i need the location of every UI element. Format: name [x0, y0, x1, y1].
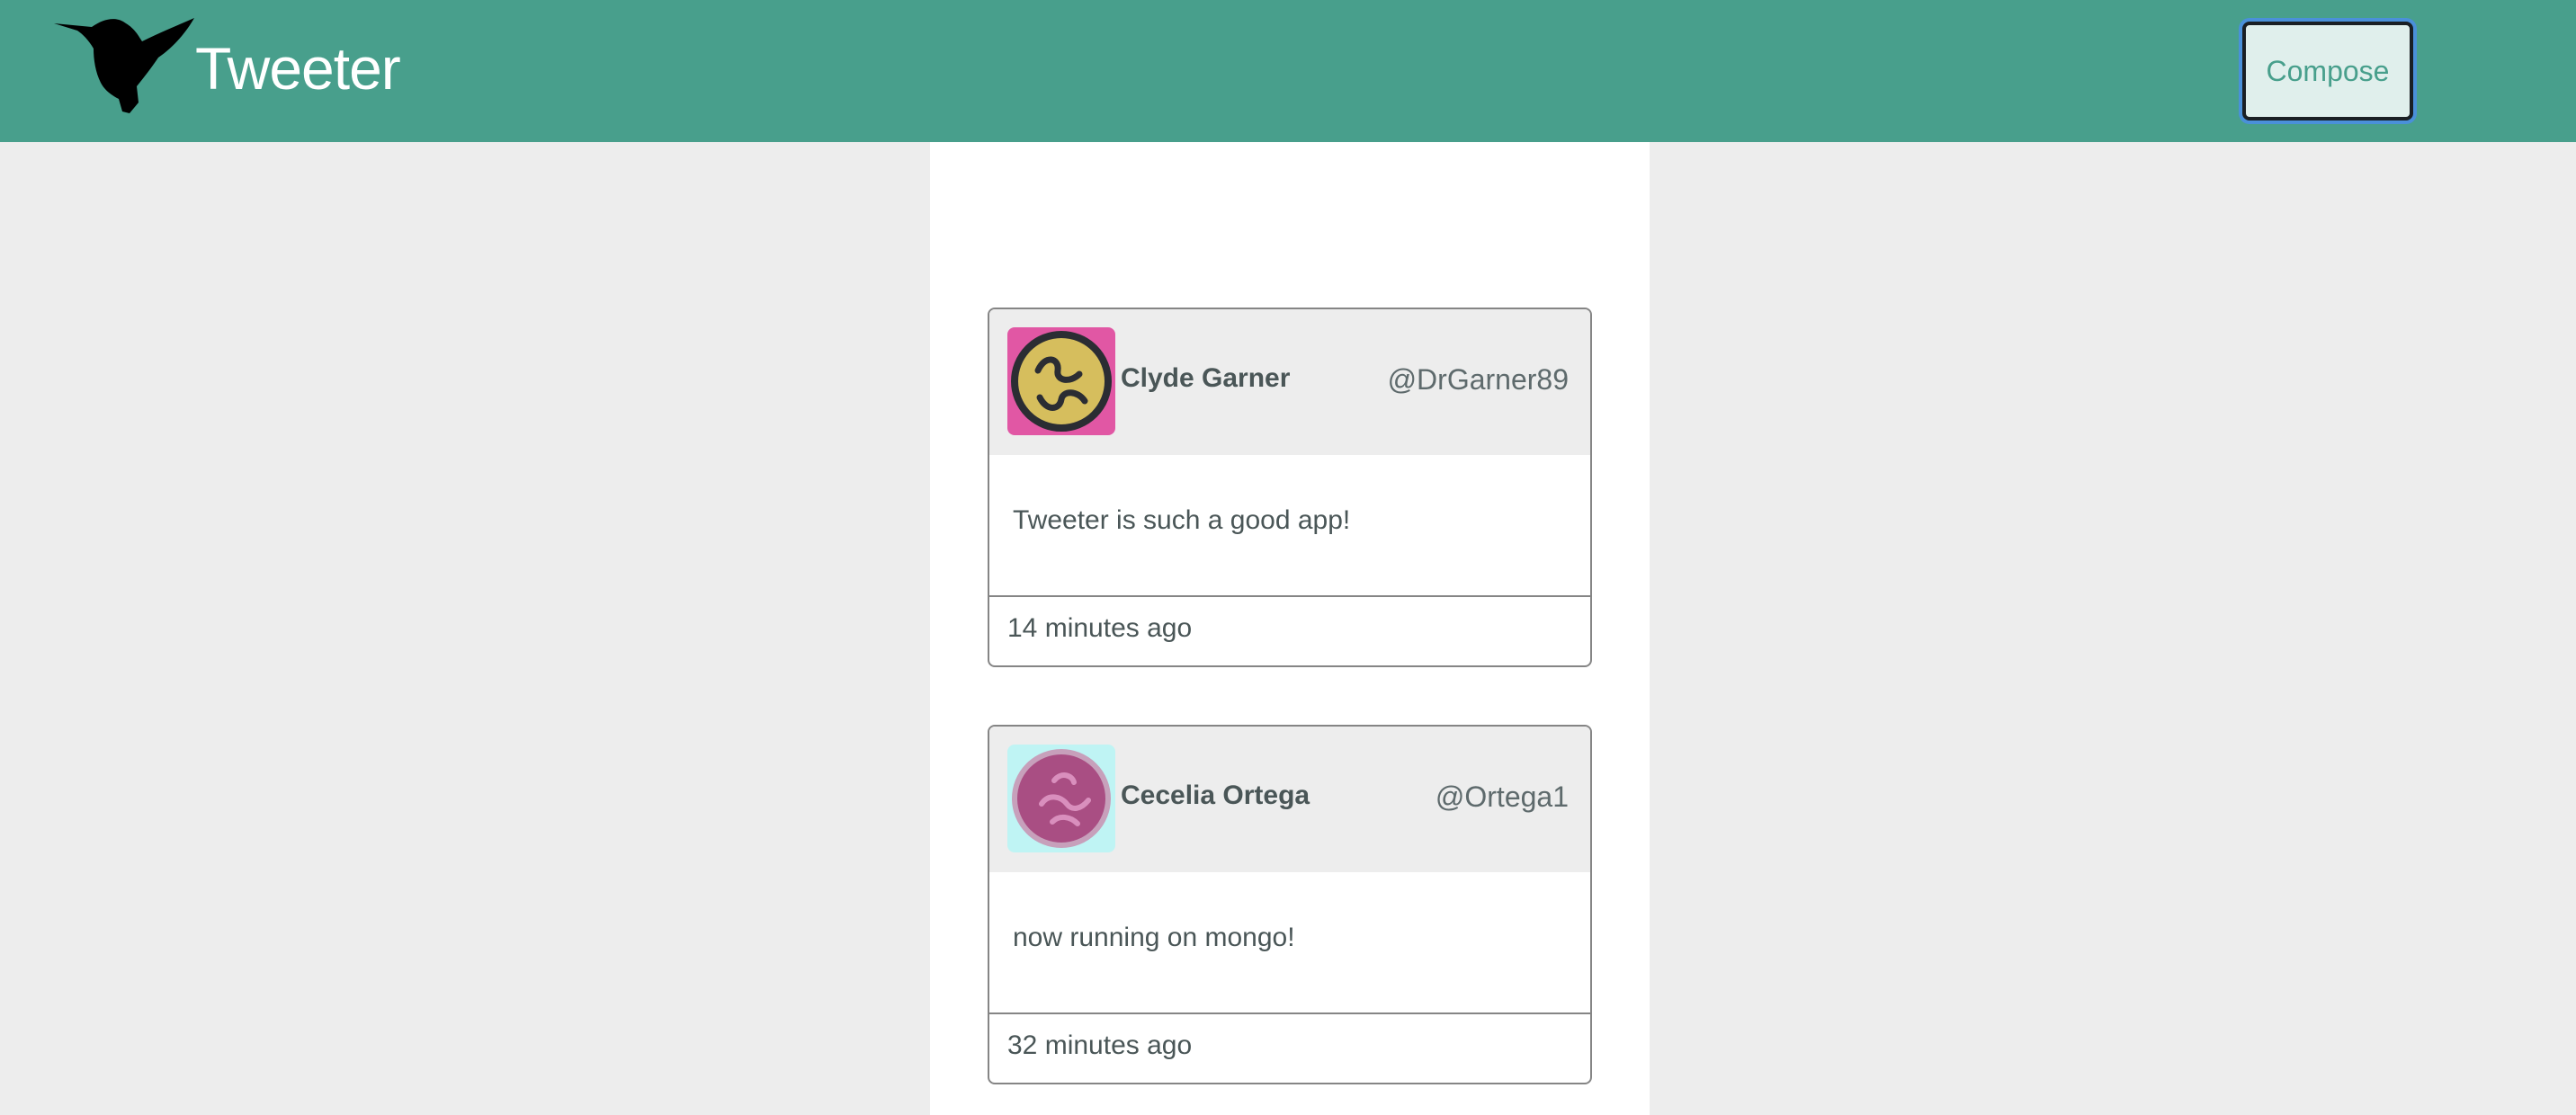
tweet-footer: 14 minutes ago [989, 595, 1590, 665]
avatar [1007, 745, 1115, 852]
top-nav: Tweeter Compose [0, 0, 2576, 142]
compose-button[interactable]: Compose [2242, 22, 2413, 120]
tweet-timestamp: 32 minutes ago [1007, 1030, 1193, 1060]
hummingbird-icon [54, 18, 194, 113]
tweet-header: Clyde Garner @DrGarner89 [989, 309, 1590, 455]
user-handle: @Ortega1 [1435, 780, 1569, 813]
main-feed: Clyde Garner @DrGarner89 Tweeter is such… [930, 142, 1650, 1115]
tweet-card: Cecelia Ortega @Ortega1 now running on m… [988, 725, 1592, 1084]
tweet-card: Clyde Garner @DrGarner89 Tweeter is such… [988, 308, 1592, 667]
tweet-timestamp: 14 minutes ago [1007, 613, 1193, 643]
user-name: Cecelia Ortega [1121, 780, 1310, 810]
avatar [1007, 327, 1115, 435]
tweet-text: Tweeter is such a good app! [1013, 505, 1351, 535]
tweet-footer: 32 minutes ago [989, 1012, 1590, 1083]
tweet-header: Cecelia Ortega @Ortega1 [989, 727, 1590, 872]
brand-title: Tweeter [195, 35, 401, 102]
squiggle-face-avatar-icon [1011, 331, 1112, 432]
tweet-text: now running on mongo! [1013, 923, 1295, 952]
user-name: Clyde Garner [1121, 363, 1291, 393]
user-handle: @DrGarner89 [1387, 363, 1569, 396]
squiggle-face-avatar-icon [1012, 749, 1111, 848]
